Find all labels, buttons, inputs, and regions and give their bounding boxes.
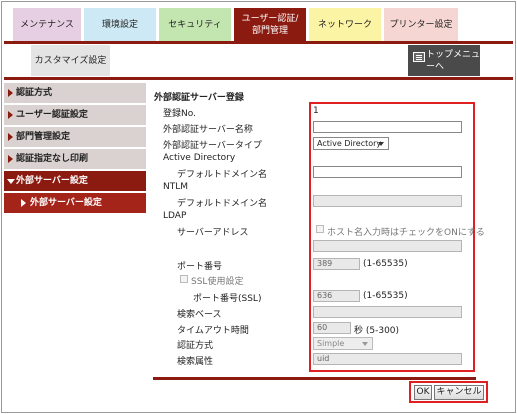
ad-heading: Active Directory bbox=[163, 153, 236, 163]
sidebar-subitem-external-server[interactable]: 外部サーバー設定 bbox=[4, 193, 146, 213]
footer-divider bbox=[153, 377, 476, 380]
timeout-unit: 秒 (5-300) bbox=[354, 326, 400, 336]
arrow-right-icon bbox=[8, 111, 13, 119]
auth-method-select[interactable]: Simple bbox=[313, 337, 373, 350]
sidebar-item-print-no-auth[interactable]: 認証指定なし印刷 bbox=[4, 149, 146, 169]
arrow-down-icon bbox=[7, 179, 15, 184]
arrow-right-icon bbox=[21, 199, 26, 207]
ssl-label: SSL使用設定 bbox=[191, 277, 244, 287]
auth-method-value: Simple bbox=[317, 339, 345, 348]
cancel-button[interactable]: キャンセル bbox=[434, 385, 484, 400]
tab-label: 環境設定 bbox=[101, 19, 138, 30]
tab-customize[interactable]: カスタマイズ設定 bbox=[31, 45, 111, 76]
tab-label: プリンター設定 bbox=[389, 19, 453, 30]
header-divider bbox=[4, 77, 513, 80]
ad-domain-input[interactable] bbox=[313, 166, 462, 178]
search-base-input[interactable] bbox=[313, 306, 462, 318]
port-input[interactable]: 389 bbox=[313, 258, 360, 270]
sidebar-item-label: ユーザー認証設定 bbox=[16, 110, 88, 120]
sidebar-item-external-server[interactable]: 外部サーバー設定 bbox=[4, 171, 146, 191]
sidebar-item-label: 部門管理設定 bbox=[16, 132, 71, 142]
search-attr-label: 検索属性 bbox=[177, 357, 214, 367]
timeout-input[interactable]: 60 bbox=[313, 322, 351, 334]
arrow-right-icon bbox=[8, 155, 13, 163]
ntlm-domain-input[interactable] bbox=[313, 195, 462, 207]
tab-label: ネットワーク bbox=[317, 19, 372, 30]
arrow-right-icon bbox=[8, 89, 13, 97]
tab-security[interactable]: セキュリティ bbox=[159, 8, 232, 41]
tab-environment[interactable]: 環境設定 bbox=[84, 8, 157, 41]
server-address-label: サーバーアドレス bbox=[177, 228, 249, 238]
search-base-label: 検索ベース bbox=[177, 310, 222, 320]
hostname-checkbox[interactable] bbox=[316, 225, 324, 233]
arrow-right-icon bbox=[8, 133, 13, 141]
tab-label: セキュリティ bbox=[168, 19, 222, 30]
ad-domain-label: デフォルトドメイン名 bbox=[177, 170, 268, 180]
top-menu-label: トップメニューへ bbox=[426, 50, 481, 72]
sidebar-item-label: 外部サーバー設定 bbox=[16, 176, 88, 186]
auth-method-label: 認証方式 bbox=[177, 341, 214, 351]
tab-user-auth[interactable]: ユーザー認証/部門管理 bbox=[234, 8, 307, 41]
menu-icon bbox=[413, 52, 425, 62]
search-attr-input[interactable]: uid bbox=[313, 353, 462, 365]
sidebar-item-label: 認証方式 bbox=[16, 88, 53, 98]
ok-button[interactable]: OK bbox=[414, 385, 432, 400]
tab-label: カスタマイズ設定 bbox=[34, 55, 107, 66]
tab-maintenance[interactable]: メンテナンス bbox=[13, 8, 82, 41]
ssl-port-input[interactable]: 636 bbox=[313, 290, 360, 302]
chevron-down-icon bbox=[378, 142, 384, 146]
chevron-down-icon bbox=[362, 342, 368, 346]
sidebar-item-label: 認証指定なし印刷 bbox=[16, 154, 89, 164]
server-type-label: 外部認証サーバータイプ bbox=[163, 141, 262, 151]
tab-label: ユーザー認証/部門管理 bbox=[241, 13, 299, 36]
tab-label: メンテナンス bbox=[20, 19, 74, 30]
sidebar-subitem-label: 外部サーバー設定 bbox=[30, 198, 102, 208]
top-menu-button[interactable]: トップメニューへ bbox=[408, 45, 480, 76]
ssl-port-label: ポート番号(SSL) bbox=[193, 294, 262, 304]
sidebar-item-dept-mgmt[interactable]: 部門管理設定 bbox=[4, 127, 146, 147]
tab-network[interactable]: ネットワーク bbox=[309, 8, 382, 41]
server-address-input[interactable] bbox=[313, 240, 462, 252]
tab-bar-divider bbox=[4, 41, 513, 44]
reg-no-label: 登録No. bbox=[163, 109, 196, 119]
server-type-value: Active Directory bbox=[317, 139, 382, 148]
timeout-label: タイムアウト時間 bbox=[177, 326, 249, 336]
sidebar-item-auth-method[interactable]: 認証方式 bbox=[4, 83, 146, 103]
server-name-input[interactable] bbox=[313, 121, 462, 133]
server-type-select[interactable]: Active Directory bbox=[313, 137, 389, 150]
ntlm-domain-label: デフォルトドメイン名 bbox=[177, 199, 268, 209]
port-range: (1-65535) bbox=[363, 259, 408, 269]
tab-printer[interactable]: プリンター設定 bbox=[384, 8, 459, 41]
server-name-label: 外部認証サーバー名称 bbox=[163, 125, 253, 135]
section-title: 外部認証サーバー登録 bbox=[154, 93, 244, 103]
ssl-checkbox[interactable] bbox=[180, 275, 188, 283]
ssl-port-range: (1-65535) bbox=[363, 291, 408, 301]
reg-no-value: 1 bbox=[313, 106, 319, 116]
ldap-heading: LDAP bbox=[163, 211, 187, 221]
sidebar-item-user-auth[interactable]: ユーザー認証設定 bbox=[4, 105, 146, 125]
ntlm-heading: NTLM bbox=[163, 182, 189, 192]
port-label: ポート番号 bbox=[177, 262, 223, 272]
hostname-check-label: ホスト名入力時はチェックをONにする bbox=[327, 228, 485, 238]
